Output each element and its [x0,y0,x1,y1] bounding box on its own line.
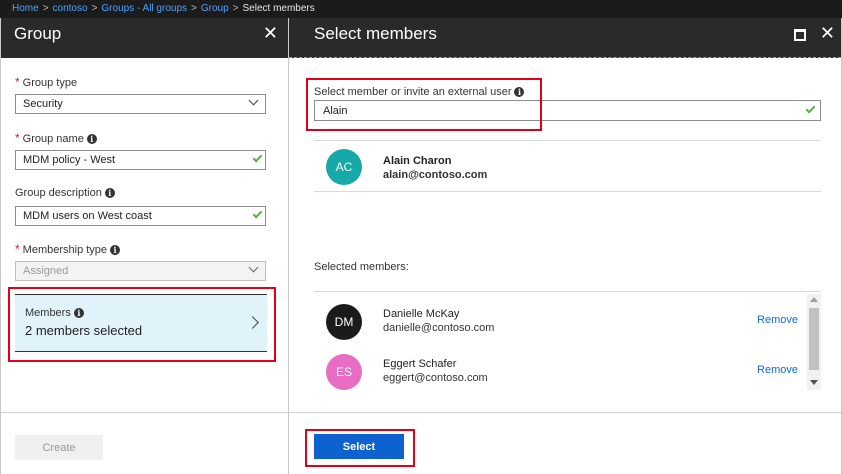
select-button[interactable]: Select [314,434,404,459]
members-selector[interactable]: Members i 2 members selected [15,294,267,352]
group-blade-header: Group ✕ [1,18,288,58]
list-item: ES Eggert Schafer eggert@contoso.com Rem… [314,344,805,394]
select-members-footer: Select [289,412,841,474]
group-name-label: * Group name i [15,131,266,145]
remove-link[interactable]: Remove [757,314,798,326]
membership-type-dropdown: Assigned [15,261,266,281]
checkmark-icon [252,208,263,219]
members-label: Members i [25,307,267,319]
member-name: Eggert Schafer [383,358,457,370]
list-item: DM Danielle McKay danielle@contoso.com R… [314,294,805,344]
breadcrumb-group[interactable]: Group [201,3,229,14]
avatar: ES [326,354,362,390]
group-type-dropdown[interactable]: Security [15,94,266,114]
group-description-value: MDM users on West coast [23,210,152,222]
members-count: 2 members selected [25,323,143,338]
group-type-value: Security [23,98,63,110]
required-icon: * [15,131,20,145]
group-name-field: * Group name i MDM policy - West [15,131,266,170]
breadcrumb-home[interactable]: Home [12,3,39,14]
breadcrumb-all-groups[interactable]: Groups - All groups [101,3,187,14]
info-icon[interactable]: i [73,308,84,318]
member-search-value: Alain [323,105,348,117]
group-description-label: Group description i [15,187,266,201]
scroll-down-icon[interactable] [810,380,818,385]
scrollbar-thumb[interactable] [809,308,819,370]
chevron-down-icon [248,262,259,273]
remove-link[interactable]: Remove [757,364,798,376]
group-blade: Group ✕ * Group type Security * Group name… [0,18,289,474]
group-type-field: * Group type Security [15,75,266,114]
selected-members-list: DM Danielle McKay danielle@contoso.com R… [314,291,821,395]
member-search-input[interactable]: Alain [314,100,821,121]
membership-type-field: * Membership type i Assigned [15,242,266,281]
checkmark-icon [252,152,263,163]
group-type-label: * Group type [15,75,78,89]
breadcrumb: Home > contoso > Groups - All groups > Group > S… [0,0,842,18]
close-icon[interactable]: ✕ [263,23,278,44]
membership-type-label: * Membership type i [15,242,266,256]
breadcrumb-separator: > [42,3,49,14]
select-members-blade: Select members ✕ Select member or invite… [289,18,842,474]
breadcrumb-separator: > [91,3,98,14]
scroll-up-icon[interactable] [810,297,818,302]
breadcrumb-separator: > [191,3,197,14]
checkmark-icon [805,103,816,114]
select-members-header: Select members ✕ [289,18,841,58]
maximize-icon[interactable] [794,29,806,41]
group-blade-footer: Create [1,412,289,474]
close-icon[interactable]: ✕ [820,23,835,44]
info-icon[interactable]: i [110,245,121,255]
group-name-value: MDM policy - West [23,154,116,166]
required-icon: * [15,75,20,89]
info-icon[interactable]: i [86,134,97,144]
group-description-field: Group description i MDM users on West coa… [15,187,266,226]
avatar: AC [326,149,362,185]
create-button[interactable]: Create [15,435,103,460]
member-name: Danielle McKay [383,308,460,320]
chevron-down-icon [248,95,259,106]
group-name-input[interactable]: MDM policy - West [15,150,266,170]
selected-members-label: Selected members: [314,261,409,273]
required-icon: * [15,242,20,256]
result-name: Alain Charon [383,155,452,167]
scrollbar[interactable] [807,294,821,390]
breadcrumb-contoso[interactable]: contoso [53,3,88,14]
breadcrumb-separator: > [232,3,239,14]
membership-type-value: Assigned [23,265,69,277]
result-email: alain@contoso.com [383,169,488,181]
search-result-item[interactable]: AC Alain Charon alain@contoso.com [314,140,821,192]
breadcrumb-current: Select members [242,3,315,14]
member-search-label: Select member or invite an external user… [314,86,525,98]
info-icon[interactable]: i [514,87,525,97]
avatar: DM [326,304,362,340]
member-email: eggert@contoso.com [383,372,488,384]
info-icon[interactable]: i [104,188,115,198]
member-email: danielle@contoso.com [383,322,495,334]
select-members-title: Select members [314,24,437,43]
group-blade-title: Group [14,24,62,43]
group-description-input[interactable]: MDM users on West coast [15,206,266,226]
